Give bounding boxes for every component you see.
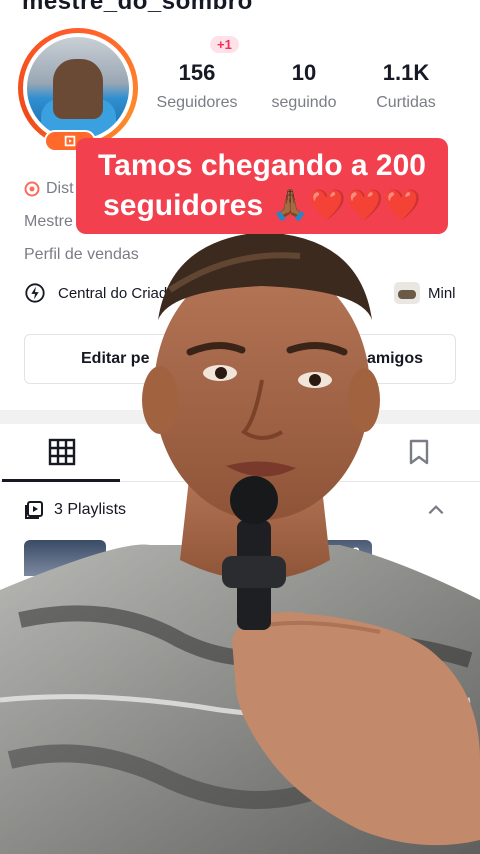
caption-line-1: Tamos chegando a 200 bbox=[98, 149, 426, 182]
playlist-icon bbox=[25, 501, 43, 519]
bio-text: Perfil de vendas bbox=[24, 245, 139, 263]
active-tab-indicator bbox=[2, 479, 120, 482]
playlist-thumbnail[interactable] bbox=[300, 540, 372, 576]
stat-likes[interactable]: 1.1K Curtidas bbox=[351, 34, 461, 112]
stat-label: Curtidas bbox=[376, 94, 436, 111]
content-tabs bbox=[0, 424, 480, 482]
follower-delta-badge: +1 bbox=[210, 36, 239, 53]
stat-following[interactable]: 10 seguindo bbox=[249, 34, 359, 112]
grid-icon[interactable] bbox=[48, 438, 76, 466]
avatar-photo bbox=[27, 37, 129, 139]
profile-links-row: Central do Criado Minl bbox=[24, 278, 464, 308]
edit-profile-button[interactable]: Editar pe bbox=[81, 350, 149, 368]
video-caption: Tamos chegando a 200 seguidores 🙏🏾❤️❤️❤️ bbox=[76, 138, 448, 234]
flag-icon bbox=[24, 181, 40, 196]
stat-value: 10 bbox=[291, 60, 317, 85]
creator-center-label: Central do Criado bbox=[58, 284, 176, 302]
stat-value: 1.1K bbox=[382, 60, 430, 85]
mini-link[interactable]: Minl bbox=[394, 282, 456, 304]
profile-buttons: Editar pe amigos bbox=[24, 334, 456, 384]
top-header: mestre_do_sombro bbox=[0, 0, 480, 14]
caption-line-2: seguidores 🙏🏾❤️❤️❤️ bbox=[103, 189, 421, 222]
section-divider bbox=[0, 410, 480, 424]
creator-center-link[interactable]: Central do Criado bbox=[24, 282, 176, 304]
add-friends-button[interactable]: amigos bbox=[367, 350, 423, 368]
playlists-header[interactable]: 3 Playlists bbox=[24, 498, 458, 522]
creator-center-icon bbox=[25, 283, 45, 303]
stat-value: 156 bbox=[178, 60, 216, 85]
stat-label: Seguidores bbox=[156, 94, 238, 111]
username[interactable]: mestre_do_sombro bbox=[22, 0, 253, 14]
mini-thumbnail bbox=[394, 282, 420, 304]
bio-line: Perfil de vendas bbox=[24, 238, 464, 271]
live-icon bbox=[64, 135, 76, 147]
bookmark-icon[interactable] bbox=[405, 438, 433, 466]
bio-text: Mestre bbox=[24, 212, 73, 230]
chevron-up-icon[interactable] bbox=[426, 500, 446, 520]
playlists-label: 3 Playlists bbox=[54, 501, 127, 518]
playlist-count: 2 bbox=[352, 544, 360, 560]
stat-followers[interactable]: +1 156 Seguidores bbox=[142, 34, 252, 112]
stat-label: seguindo bbox=[271, 94, 337, 111]
mini-label: Minl bbox=[428, 284, 456, 302]
bio-text: Dist bbox=[46, 179, 74, 197]
profile-stats: +1 156 Seguidores 10 seguindo 1.1K Curti… bbox=[150, 34, 460, 124]
playlist-thumbnail[interactable] bbox=[24, 540, 106, 576]
